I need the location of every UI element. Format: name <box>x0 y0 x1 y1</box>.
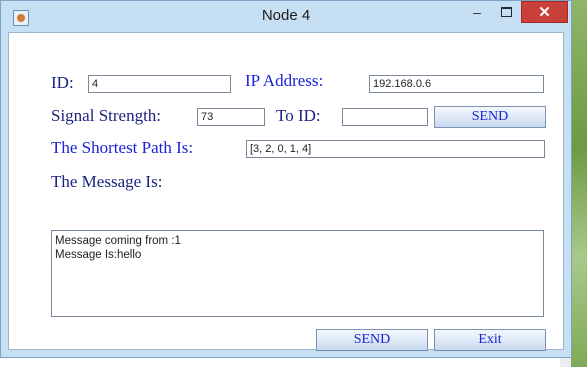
message-line: Message Is:hello <box>55 249 142 261</box>
ip-address-field[interactable]: 192.168.0.6 <box>369 75 544 93</box>
maximize-icon[interactable] <box>492 1 520 23</box>
to-id-field[interactable] <box>342 108 428 126</box>
message-line: Message coming from :1 <box>55 235 181 247</box>
close-icon[interactable]: ✕ <box>521 1 568 23</box>
send-button[interactable]: SEND <box>316 329 428 351</box>
to-id-label: To ID: <box>276 106 321 125</box>
id-field[interactable]: 4 <box>88 75 231 93</box>
desktop-background <box>571 0 587 367</box>
shortest-path-label: The Shortest Path Is: <box>51 138 194 157</box>
exit-button[interactable]: Exit <box>434 329 546 351</box>
minimize-icon[interactable]: – <box>463 1 491 23</box>
ip-address-label: IP Address: <box>245 71 324 90</box>
message-textarea[interactable]: Message coming from :1 Message Is:hello <box>51 230 544 317</box>
send-top-button[interactable]: SEND <box>434 106 546 128</box>
signal-strength-field[interactable]: 73 <box>197 108 265 126</box>
title-bar[interactable]: Node 4 – ✕ <box>1 1 571 33</box>
signal-strength-label: Signal Strength: <box>51 106 162 125</box>
id-label: ID: <box>51 73 74 92</box>
shortest-path-field[interactable]: [3, 2, 0, 1, 4] <box>246 140 545 158</box>
message-label: The Message Is: <box>51 172 163 191</box>
